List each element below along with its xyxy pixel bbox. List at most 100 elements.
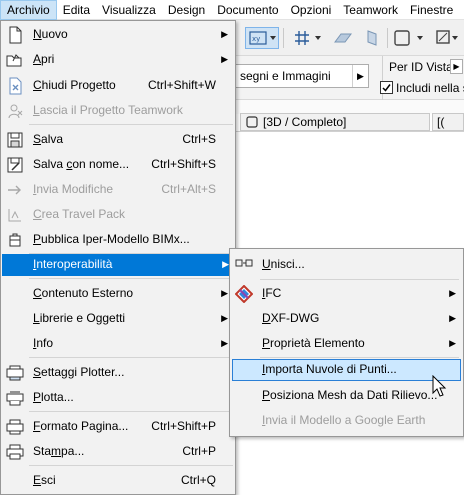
menu-item-label: Invia il Modello a Google Earth bbox=[262, 413, 426, 427]
menu-archivio[interactable]: Archivio bbox=[0, 0, 57, 20]
menu-item-label: Apri bbox=[33, 52, 55, 66]
svg-text:xy: xy bbox=[252, 35, 260, 43]
menu-design[interactable]: Design bbox=[162, 0, 211, 20]
menu-item-label: Formato Pagina... bbox=[33, 419, 129, 433]
menu-finestre[interactable]: Finestre bbox=[404, 0, 459, 20]
menu-item-label: Nuovo bbox=[33, 27, 68, 41]
menu-item-label: Salva con nome... bbox=[33, 157, 130, 171]
menu-item-label: Proprietà Elemento bbox=[262, 336, 365, 350]
teamwork-leave-icon bbox=[6, 102, 24, 120]
tab-label-2: [( bbox=[437, 115, 445, 129]
shortcut: Ctrl+Shift+P bbox=[151, 419, 216, 433]
menu-item-contenuto-esterno[interactable]: Contenuto Esterno ▶ bbox=[3, 283, 233, 305]
chevron-right-icon: ▶ bbox=[449, 288, 456, 298]
chevron-right-icon: ▶ bbox=[449, 313, 456, 323]
menu-item-chiudi-progetto[interactable]: Chiudi Progetto Ctrl+Shift+W bbox=[3, 75, 233, 97]
chevron-right-icon: ▶ bbox=[221, 338, 228, 348]
menu-item-label: Lascia il Progetto Teamwork bbox=[33, 103, 183, 117]
window-icon bbox=[246, 116, 258, 128]
menu-visualizza[interactable]: Visualizza bbox=[96, 0, 162, 20]
submenu-item-unisci[interactable]: Unisci... bbox=[232, 254, 461, 276]
menu-item-label: Salva bbox=[33, 132, 64, 146]
include-checkbox[interactable] bbox=[380, 81, 393, 94]
menu-documento[interactable]: Documento bbox=[211, 0, 284, 20]
menu-item-label: Librerie e Oggetti bbox=[33, 311, 126, 325]
tool-palette-icon[interactable] bbox=[433, 27, 461, 49]
menu-separator bbox=[29, 357, 233, 358]
chevron-right-icon: ▶ bbox=[449, 338, 456, 348]
menu-item-pubblica-bimx[interactable]: Pubblica Iper-Modello BIMx... bbox=[3, 229, 233, 251]
shortcut: Ctrl+Shift+S bbox=[151, 157, 216, 171]
save-as-icon bbox=[6, 156, 24, 174]
grid-snap-icon[interactable] bbox=[291, 27, 325, 49]
menu-edita[interactable]: Edita bbox=[57, 0, 96, 20]
menu-item-label: Importa Nuvole di Punti... bbox=[262, 362, 397, 376]
shortcut: Ctrl+P bbox=[182, 444, 216, 458]
plotter-icon bbox=[6, 389, 24, 407]
merge-icon bbox=[235, 256, 253, 274]
chevron-right-icon: ▶ bbox=[221, 288, 228, 298]
submenu-item-importa-nuvole[interactable]: Importa Nuvole di Punti... bbox=[232, 359, 461, 381]
menu-item-info[interactable]: Info ▶ bbox=[3, 333, 233, 355]
close-project-icon bbox=[6, 77, 24, 95]
archivio-dropdown: Nuovo ▶ Apri ▶ Chiudi Progetto Ctrl+Shif… bbox=[0, 20, 236, 495]
menu-item-apri[interactable]: Apri ▶ bbox=[3, 49, 233, 71]
menu-item-settaggi-plotter[interactable]: Settaggi Plotter... bbox=[3, 362, 233, 384]
shortcut: Ctrl+S bbox=[182, 132, 216, 146]
menu-item-librerie-oggetti[interactable]: Librerie e Oggetti ▶ bbox=[3, 308, 233, 330]
send-changes-icon bbox=[6, 181, 24, 199]
menu-item-plotta[interactable]: Plotta... bbox=[3, 387, 233, 409]
interoperabilita-submenu: Unisci... IFC ▶ DXF-DWG ▶ Proprietà Elem… bbox=[229, 248, 464, 437]
menu-item-label: Interoperabilità bbox=[33, 257, 113, 271]
menu-separator bbox=[260, 357, 459, 358]
travel-pack-icon bbox=[6, 206, 24, 224]
chevron-right-icon: ▶ bbox=[352, 65, 368, 87]
menu-item-label: Stampa... bbox=[33, 444, 85, 458]
menu-item-label: Chiudi Progetto bbox=[33, 78, 116, 92]
menu-teamwork[interactable]: Teamwork bbox=[337, 0, 404, 20]
menu-item-formato-pagina[interactable]: Formato Pagina... Ctrl+Shift+P bbox=[3, 416, 233, 438]
menu-item-label: Settaggi Plotter... bbox=[33, 365, 125, 379]
submenu-item-proprieta-elemento[interactable]: Proprietà Elemento ▶ bbox=[232, 333, 461, 355]
menu-item-label: Crea Travel Pack bbox=[33, 207, 126, 221]
submenu-item-ifc[interactable]: IFC ▶ bbox=[232, 283, 461, 305]
save-icon bbox=[6, 131, 24, 149]
submenu-item-posiziona-mesh[interactable]: Posiziona Mesh da Dati Rilievo... bbox=[232, 385, 461, 407]
printer-icon bbox=[6, 443, 24, 461]
tab-3d-completo[interactable]: [3D / Completo] bbox=[240, 113, 430, 131]
navigator-panel: segni e Immagini ▶ Per ID Vista ▶ Includ… bbox=[233, 56, 464, 100]
view-filter-label[interactable]: Per ID Vista bbox=[389, 60, 453, 74]
new-file-icon bbox=[6, 26, 24, 44]
shortcut: Ctrl+Alt+S bbox=[161, 182, 216, 196]
chevron-right-icon[interactable]: ▶ bbox=[450, 59, 463, 74]
tab-second[interactable]: [( bbox=[432, 113, 464, 131]
menu-item-label: Unisci... bbox=[262, 257, 305, 271]
menu-item-interoperabilita[interactable]: Interoperabilità ▶ bbox=[2, 254, 235, 276]
chevron-right-icon: ▶ bbox=[221, 313, 228, 323]
page-setup-icon bbox=[6, 418, 24, 436]
view-group-selector[interactable]: segni e Immagini ▶ bbox=[233, 64, 369, 88]
menu-item-label: Pubblica Iper-Modello BIMx... bbox=[33, 232, 190, 246]
coordinate-toggle-icon[interactable]: xy bbox=[245, 27, 279, 49]
menu-item-salva-con-nome[interactable]: Salva con nome... Ctrl+Shift+S bbox=[3, 154, 233, 176]
submenu-item-invia-google-earth: Invia il Modello a Google Earth bbox=[232, 410, 461, 432]
menu-item-label: Info bbox=[33, 336, 54, 350]
menu-item-label: Esci bbox=[33, 473, 56, 487]
chevron-right-icon: ▶ bbox=[221, 29, 228, 39]
menu-item-label: Invia Modifiche bbox=[33, 182, 114, 196]
menu-separator bbox=[29, 124, 233, 125]
submenu-item-dxf-dwg[interactable]: DXF-DWG ▶ bbox=[232, 308, 461, 330]
menu-item-esci[interactable]: Esci Ctrl+Q bbox=[3, 470, 233, 492]
window-frame-icon[interactable] bbox=[391, 27, 427, 49]
elevation-icon[interactable] bbox=[361, 27, 383, 49]
plotter-settings-icon bbox=[6, 364, 24, 382]
menu-opzioni[interactable]: Opzioni bbox=[285, 0, 338, 20]
menu-item-salva[interactable]: Salva Ctrl+S bbox=[3, 129, 233, 151]
menu-item-nuovo[interactable]: Nuovo ▶ bbox=[3, 24, 233, 46]
open-folder-icon bbox=[6, 51, 24, 69]
menu-item-stampa[interactable]: Stampa... Ctrl+P bbox=[3, 441, 233, 463]
plane-icon[interactable] bbox=[331, 27, 355, 49]
menu-bar: Archivio Edita Visualizza Design Documen… bbox=[0, 0, 464, 20]
ifc-icon bbox=[235, 285, 253, 303]
menu-item-label: Contenuto Esterno bbox=[33, 286, 134, 300]
